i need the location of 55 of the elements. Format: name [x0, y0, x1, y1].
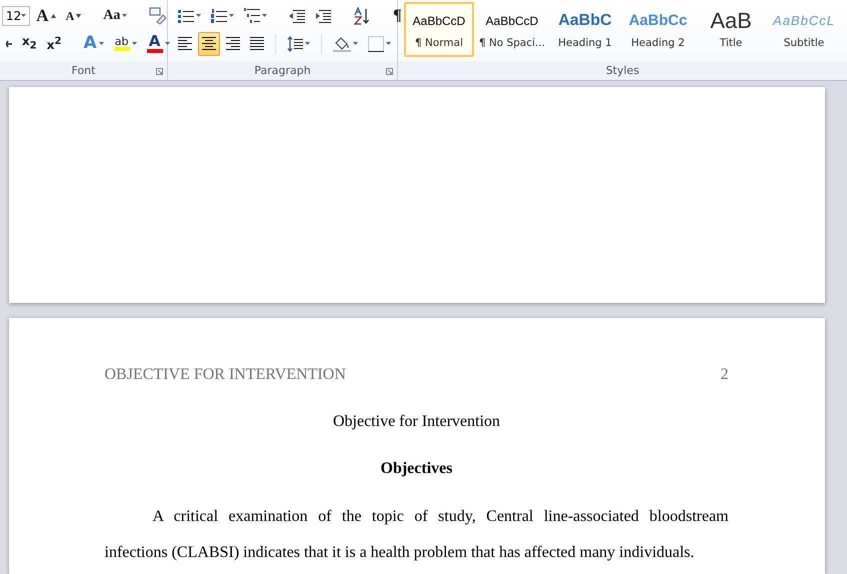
highlight-button[interactable]: ab	[110, 32, 141, 56]
style-gallery-item[interactable]: AaBbCcD ¶ Normal	[404, 2, 474, 57]
border-icon	[368, 36, 384, 52]
page-number: 2	[720, 366, 728, 384]
bullet-list-icon	[178, 8, 194, 22]
caret-icon	[98, 42, 104, 45]
multilevel-list-icon	[244, 8, 260, 24]
align-right-icon	[226, 37, 240, 50]
center-button[interactable]	[198, 32, 220, 56]
caret-icon	[132, 42, 137, 45]
superscript-button[interactable]: x$^{2}$	[42, 32, 66, 56]
change-case-button[interactable]: Aa	[99, 4, 132, 28]
caret-icon	[229, 14, 234, 17]
caret-icon	[353, 42, 358, 45]
style-gallery-item[interactable]: AaBbCcL Subtitle	[769, 2, 839, 57]
caret-icon	[164, 42, 170, 45]
paper-title: Objective for Intervention	[332, 413, 502, 431]
grow-font-button[interactable]: A	[32, 4, 60, 28]
body-text-line: infections (CLABSI) indicates that it is a health problem that has affected many individuals.	[104, 544, 696, 562]
group-label: Paragraph	[254, 64, 311, 77]
shrink-font-button[interactable]: A	[62, 4, 86, 28]
caret-icon	[386, 42, 391, 45]
show-marks-button[interactable]: ¶	[389, 4, 406, 28]
sort-icon	[353, 6, 371, 24]
group-label: Styles	[606, 64, 640, 77]
caret-icon	[21, 14, 26, 17]
dialog-launcher-icon[interactable]	[386, 68, 393, 75]
align-center-icon	[202, 37, 216, 50]
down-triangle-icon	[76, 14, 82, 18]
decrease-indent-icon	[289, 8, 305, 22]
caret-icon	[196, 14, 201, 17]
align-left-icon	[178, 37, 192, 50]
paint-bucket-icon	[333, 36, 351, 52]
increase-indent-icon	[315, 8, 331, 22]
eraser-icon	[149, 6, 168, 24]
caret-icon	[305, 42, 310, 45]
body-text-line: A critical examination of the topic of study, Central line-associated bloodstream	[152, 508, 728, 526]
style-gallery-item[interactable]: AaBbCcD ¶ No Spaci...	[477, 2, 547, 57]
justify-icon	[250, 37, 264, 50]
numbered-list-icon	[211, 8, 227, 22]
running-head: OBJECTIVE FOR INTERVENTION	[104, 366, 346, 384]
caret-icon	[262, 14, 267, 17]
style-gallery-item[interactable]: AaB Title	[696, 2, 766, 57]
style-gallery-item[interactable]: AaBbCc Heading 2	[623, 2, 693, 57]
text-effects-button[interactable]: A	[79, 32, 108, 56]
style-gallery-item[interactable]: AaBbC Heading 1	[550, 2, 620, 57]
font-size-field[interactable]: 12	[2, 6, 30, 26]
line-spacing-icon	[287, 36, 303, 52]
section-heading: Objectives	[380, 460, 454, 478]
caret-icon	[122, 14, 128, 17]
subscript-button[interactable]: x$_{2}$	[18, 32, 41, 56]
up-triangle-icon	[50, 14, 56, 18]
font-color-button[interactable]: A	[142, 32, 174, 56]
group-label: Font	[72, 64, 96, 77]
dialog-launcher-icon[interactable]	[156, 68, 163, 75]
